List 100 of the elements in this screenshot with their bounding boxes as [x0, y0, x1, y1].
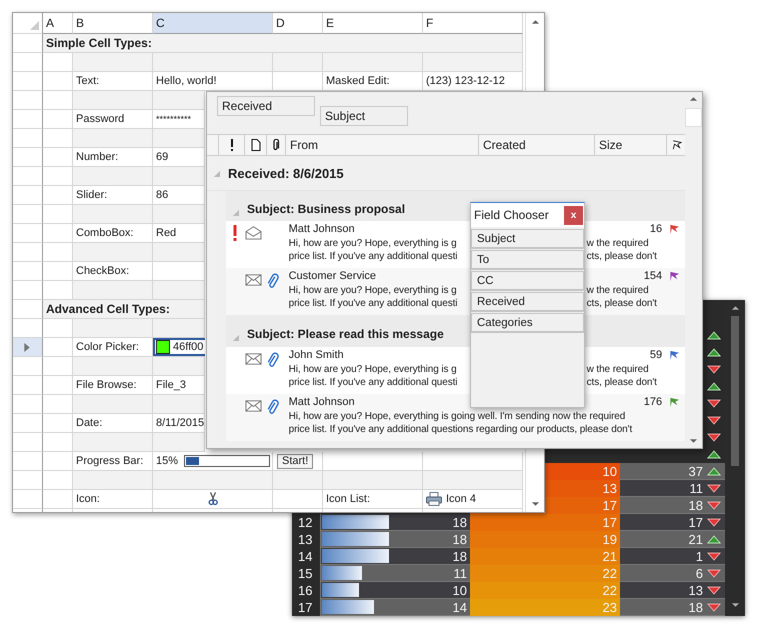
group-title: Subject: Please read this message — [247, 327, 444, 341]
row-header[interactable] — [13, 433, 43, 452]
section-header: Simple Cell Types: — [43, 34, 523, 53]
start-button[interactable]: Start! — [277, 454, 314, 468]
row-header[interactable] — [13, 281, 43, 300]
sender-name: John Smith — [288, 349, 344, 361]
table-cell: 8/11/2015 — [156, 417, 204, 429]
row-header[interactable] — [13, 205, 43, 224]
column-header[interactable]: Created — [479, 135, 595, 155]
row-header[interactable] — [13, 224, 43, 243]
message-size: 16 — [650, 223, 662, 235]
document-icon[interactable] — [250, 139, 260, 151]
row-header[interactable] — [13, 53, 43, 72]
scroll-thumb[interactable] — [731, 316, 739, 466]
table-cell: Hello, world! — [156, 75, 217, 87]
row-number: 13 — [298, 532, 312, 547]
field-item[interactable]: To — [471, 250, 584, 270]
row-header[interactable] — [13, 262, 43, 281]
row-header[interactable] — [13, 452, 43, 471]
scroll-up-icon[interactable] — [689, 96, 698, 102]
field-item[interactable]: CC — [471, 271, 584, 291]
change-value: 21 — [688, 532, 703, 546]
row-header[interactable] — [13, 129, 43, 148]
field-item[interactable]: Received — [471, 292, 584, 312]
row-header[interactable] — [13, 148, 43, 167]
scroll-thumb[interactable] — [685, 108, 702, 127]
change-value: 11 — [690, 480, 703, 496]
scroll-down-icon[interactable] — [689, 438, 698, 444]
row-header[interactable] — [13, 471, 43, 490]
scroll-up-icon[interactable] — [530, 19, 540, 25]
color-picker-cell[interactable]: 46ff00 — [153, 338, 205, 356]
group-title: Received: 8/6/2015 — [228, 166, 344, 180]
row-header[interactable] — [13, 338, 43, 357]
collapse-icon[interactable] — [232, 334, 239, 341]
table-cell: 86 — [156, 189, 168, 201]
current-row-icon — [24, 342, 30, 352]
bar-value: 18 — [452, 514, 467, 530]
sender-name: Customer Service — [288, 270, 376, 282]
group-title: Subject: Business proposal — [247, 202, 406, 216]
color-value: 46ff00 — [173, 341, 204, 353]
table-cell: 17 — [470, 514, 620, 531]
field-label: Masked Edit: — [326, 75, 390, 87]
table-cell: 22 — [470, 565, 620, 582]
field-label: Icon List: — [326, 493, 370, 505]
row-header[interactable] — [13, 414, 43, 433]
bar-value: 10 — [452, 582, 467, 598]
field-item[interactable]: Categories — [471, 313, 584, 333]
field-label: Progress Bar: — [76, 455, 144, 467]
paperclip-icon[interactable] — [271, 139, 281, 151]
row-header[interactable] — [13, 167, 43, 186]
row-header[interactable] — [13, 395, 43, 414]
field-label: Text: — [76, 75, 100, 87]
scroll-down-icon[interactable] — [530, 501, 540, 507]
flag-icon[interactable] — [672, 139, 682, 151]
field-label: Number: — [76, 151, 118, 163]
row-number: 16 — [298, 583, 312, 598]
row-header[interactable] — [13, 186, 43, 205]
message-size: 176 — [644, 396, 662, 408]
change-value: 17 — [688, 514, 703, 530]
row-header[interactable] — [13, 72, 43, 91]
bar-value: 14 — [452, 600, 467, 614]
table-cell: 22 — [470, 582, 620, 599]
column-header[interactable]: From — [286, 135, 479, 155]
row-number: 17 — [298, 600, 312, 615]
group-by-chip[interactable]: Received — [217, 96, 315, 116]
collapse-icon[interactable] — [232, 209, 239, 216]
close-button[interactable]: x — [564, 206, 583, 224]
table-cell: 19 — [470, 531, 620, 548]
scroll-up-icon[interactable] — [730, 305, 740, 311]
group-by-chip[interactable]: Subject — [320, 106, 408, 126]
message-preview: Hi, how are you? Hope, everything is g price list. If you've any additional questi — [288, 363, 458, 389]
progress-value: 15% — [156, 455, 178, 467]
row-header[interactable] — [13, 357, 43, 376]
row-header[interactable] — [13, 110, 43, 129]
column-header[interactable]: C — [153, 13, 273, 34]
table-cell: 69 — [156, 151, 168, 163]
printer-icon — [426, 492, 442, 506]
section-header: Advanced Cell Types: — [43, 300, 205, 319]
password-field[interactable]: ********** — [156, 114, 192, 124]
row-header[interactable] — [13, 376, 43, 395]
message-preview: w the required cts, please don't — [586, 363, 657, 389]
message-size: 154 — [644, 270, 662, 282]
column-header[interactable]: Size — [595, 135, 667, 155]
field-item[interactable]: Subject — [471, 229, 584, 249]
row-header[interactable] — [13, 91, 43, 110]
dialog-title: Field Chooser — [474, 208, 549, 222]
message-row[interactable]: Matt Johnson 176 Hi, how are you? Hope, everything is going well. I'm sending now the required price list. If you've any additional questions regarding our products, please don't — [226, 394, 685, 441]
table-cell: File_3 — [156, 379, 186, 391]
row-number: 14 — [298, 549, 312, 564]
message-preview: w the required cts, please don't — [586, 284, 657, 310]
row-number: 12 — [298, 515, 312, 530]
row-number: 15 — [298, 566, 312, 581]
select-all-icon[interactable] — [30, 21, 39, 30]
collapse-icon[interactable] — [213, 170, 220, 176]
field-label: Icon: — [76, 493, 100, 505]
sender-name: Matt Johnson — [288, 223, 355, 235]
row-header[interactable] — [13, 490, 43, 509]
row-header[interactable] — [13, 243, 43, 262]
scroll-down-icon[interactable] — [730, 602, 740, 608]
message-preview: Hi, how are you? Hope, everything is going well. I'm sending now the required price list. If you've any additional questions regarding our products, please don't — [288, 410, 634, 436]
